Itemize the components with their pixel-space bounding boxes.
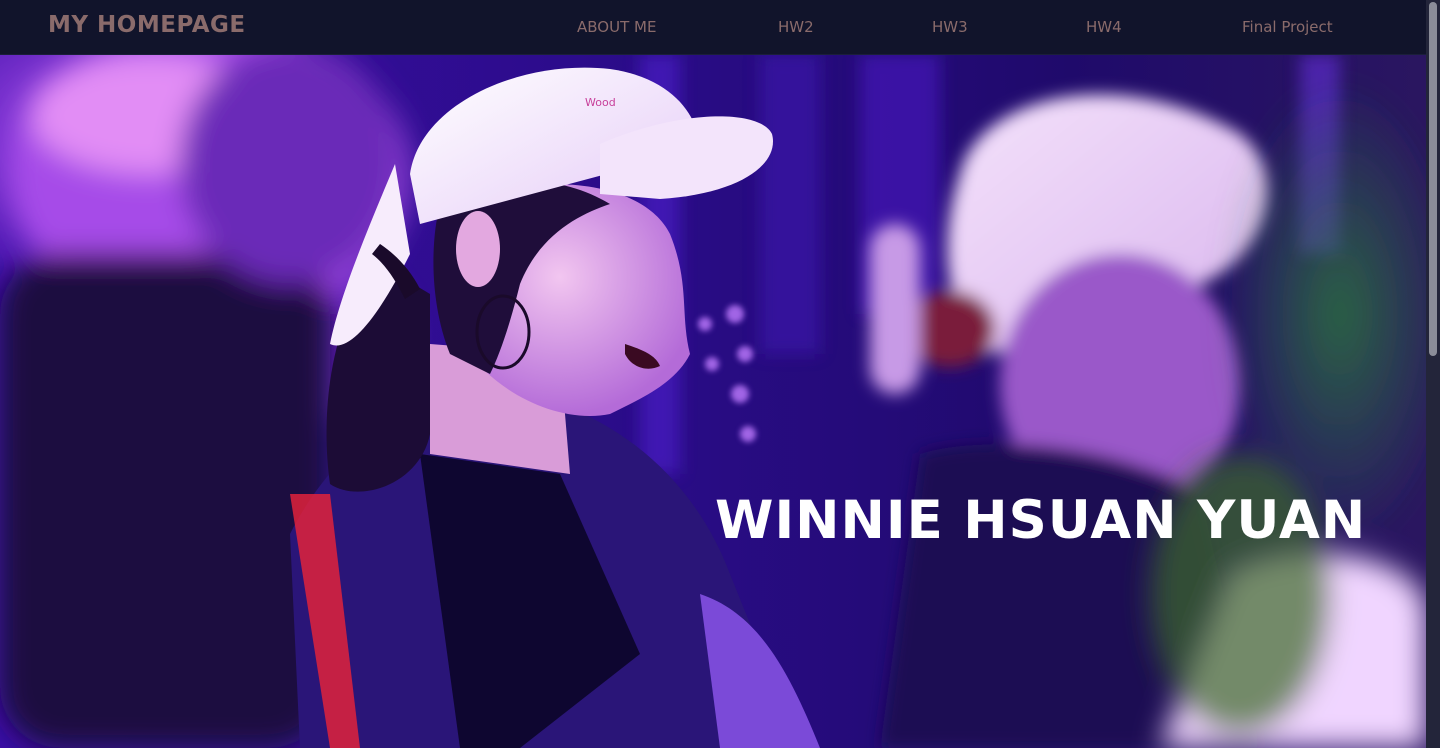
nav-link-hw3[interactable]: HW3 — [932, 18, 968, 36]
nav-link-about-me[interactable]: ABOUT ME — [577, 18, 656, 36]
hero-title: WINNIE HSUAN YUAN — [715, 489, 1367, 551]
nav-link-hw4[interactable]: HW4 — [1086, 18, 1122, 36]
brand-logo-link[interactable]: MY HOMEPAGE — [48, 12, 246, 38]
svg-text:Wood: Wood — [585, 96, 616, 109]
page: MY HOMEPAGE ABOUT ME HW2 HW3 HW4 Final P… — [0, 0, 1440, 748]
nav-link-final-project[interactable]: Final Project — [1242, 18, 1333, 36]
hero-section: Wood WINNIE HSUAN YUAN — [0, 54, 1426, 748]
scrollbar-thumb[interactable] — [1429, 2, 1437, 356]
page-scrollbar[interactable] — [1426, 0, 1440, 748]
nav-link-hw2[interactable]: HW2 — [778, 18, 814, 36]
navbar: MY HOMEPAGE ABOUT ME HW2 HW3 HW4 Final P… — [0, 0, 1426, 55]
hero-photo: Wood — [0, 54, 1426, 748]
